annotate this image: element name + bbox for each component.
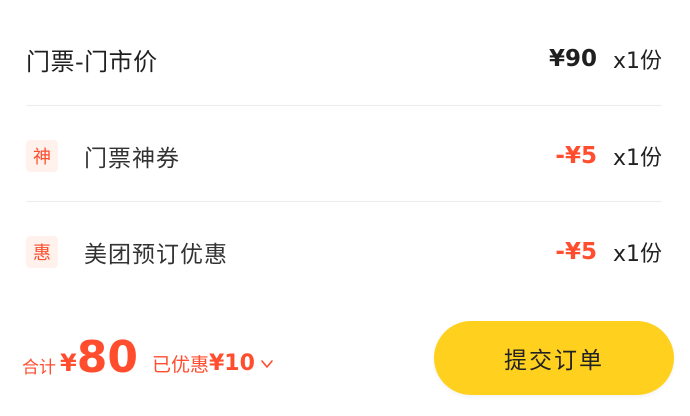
- ticket-row: 门票-门市价 ¥90 x1份: [26, 10, 662, 108]
- booking-badge-icon: 惠: [26, 236, 58, 268]
- booking-discount-label: 美团预订优惠: [84, 242, 228, 268]
- submit-order-button[interactable]: 提交订单: [434, 321, 674, 395]
- booking-discount-quantity: x1份: [612, 242, 662, 267]
- divider: [26, 105, 662, 106]
- order-footer: 合计 ¥ 80 已优惠 ¥10 提交订单: [22, 315, 674, 401]
- saved-amount[interactable]: ¥10: [209, 351, 255, 376]
- coupon-badge-icon: 神: [26, 140, 58, 172]
- saved-label[interactable]: 已优惠: [152, 350, 209, 377]
- chevron-down-icon[interactable]: [259, 356, 275, 372]
- coupon-label: 门票神券: [84, 146, 180, 172]
- discount-row-coupon: 神 门票神券 -¥5 x1份: [26, 107, 662, 205]
- total-label: 合计: [22, 357, 56, 378]
- divider: [26, 201, 662, 202]
- total-currency: ¥: [60, 349, 77, 377]
- coupon-quantity: x1份: [612, 146, 662, 171]
- total-amount: 80: [76, 332, 138, 383]
- booking-discount-amount: -¥5: [555, 239, 597, 265]
- ticket-price-group: ¥90 x1份: [549, 43, 662, 75]
- ticket-price: ¥90: [548, 46, 597, 72]
- discount-row-booking: 惠 美团预订优惠 -¥5 x1份: [26, 203, 662, 301]
- coupon-amount: -¥5: [555, 143, 597, 169]
- coupon-amount-group: -¥5 x1份: [555, 140, 662, 172]
- ticket-title: 门票-门市价: [26, 47, 158, 76]
- ticket-quantity: x1份: [612, 49, 662, 74]
- booking-amount-group: -¥5 x1份: [555, 236, 662, 268]
